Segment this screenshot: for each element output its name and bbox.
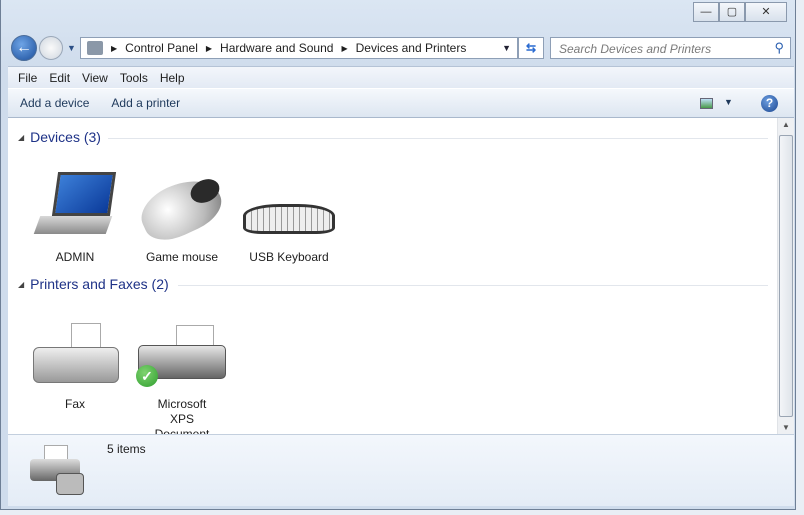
menu-tools[interactable]: Tools (114, 67, 154, 88)
details-pane: 5 items (8, 434, 794, 506)
menu-bar: File Edit View Tools Help (8, 66, 794, 88)
laptop-icon (25, 166, 125, 246)
fax-icon (25, 313, 125, 393)
explorer-window: — ▢ ✕ ← ▼ ▶ Control Panel ▶ Hardware and… (0, 0, 796, 510)
view-dropdown-icon[interactable]: ▼ (724, 97, 733, 107)
collapse-icon[interactable]: ◢ (18, 280, 24, 289)
menu-file[interactable]: File (12, 67, 43, 88)
vertical-scrollbar[interactable]: ▲ ▼ (777, 118, 794, 434)
group-title: Printers and Faxes (2) (30, 276, 169, 292)
close-button[interactable]: ✕ (745, 2, 787, 22)
breadcrumb-control-panel[interactable]: Control Panel (125, 41, 198, 55)
control-panel-icon (87, 41, 103, 55)
group-printers-header[interactable]: ◢ Printers and Faxes (2) (18, 276, 169, 292)
address-dropdown-icon[interactable]: ▼ (502, 43, 511, 53)
search-input[interactable]: Search Devices and Printers ⚲ (550, 37, 791, 59)
back-button[interactable]: ← (11, 35, 37, 61)
printer-icon: ✓ (132, 313, 232, 393)
item-count: 5 items (107, 442, 146, 456)
menu-help[interactable]: Help (154, 67, 191, 88)
device-label: Fax (64, 397, 85, 411)
device-usb-keyboard[interactable]: USB Keyboard (239, 166, 339, 264)
maximize-button[interactable]: ▢ (719, 2, 745, 22)
change-view-icon[interactable] (700, 98, 713, 109)
menu-edit[interactable]: Edit (43, 67, 76, 88)
breadcrumb-devices-and-printers[interactable]: Devices and Printers (356, 41, 467, 55)
device-label: Game mouse (145, 250, 219, 264)
recent-pages-dropdown[interactable]: ▼ (67, 43, 76, 53)
device-admin[interactable]: ADMIN (25, 166, 125, 264)
search-icon[interactable]: ⚲ (774, 40, 784, 56)
command-bar: Add a device Add a printer ▼ ? (8, 88, 794, 118)
scrollbar-thumb[interactable] (779, 135, 793, 417)
mouse-icon (132, 166, 232, 249)
menu-view[interactable]: View (76, 67, 114, 88)
scroll-up-icon[interactable]: ▲ (782, 120, 790, 129)
search-placeholder: Search Devices and Printers (559, 42, 712, 56)
address-bar[interactable]: ▶ Control Panel ▶ Hardware and Sound ▶ D… (80, 37, 518, 59)
refresh-icon[interactable]: ⇆ (518, 37, 544, 59)
device-label: USB Keyboard (249, 250, 329, 264)
breadcrumb-hardware-and-sound[interactable]: Hardware and Sound (220, 41, 333, 55)
device-list: ◢ Devices (3) ADMIN Game mouse USB Keyboa… (8, 118, 794, 456)
forward-button[interactable] (39, 36, 63, 60)
minimize-button[interactable]: — (693, 2, 719, 22)
group-title: Devices (3) (30, 129, 101, 145)
default-check-icon: ✓ (136, 365, 158, 387)
device-game-mouse[interactable]: Game mouse (132, 166, 232, 264)
scroll-down-icon[interactable]: ▼ (782, 423, 790, 432)
device-label: ADMIN (55, 250, 95, 264)
collapse-icon[interactable]: ◢ (18, 133, 24, 142)
devices-printers-icon (30, 445, 85, 495)
printer-fax[interactable]: Fax (25, 313, 125, 411)
add-printer-button[interactable]: Add a printer (111, 96, 180, 110)
keyboard-icon (239, 166, 339, 246)
group-devices-header[interactable]: ◢ Devices (3) (18, 129, 101, 145)
help-icon[interactable]: ? (761, 95, 778, 112)
add-device-button[interactable]: Add a device (20, 96, 89, 110)
